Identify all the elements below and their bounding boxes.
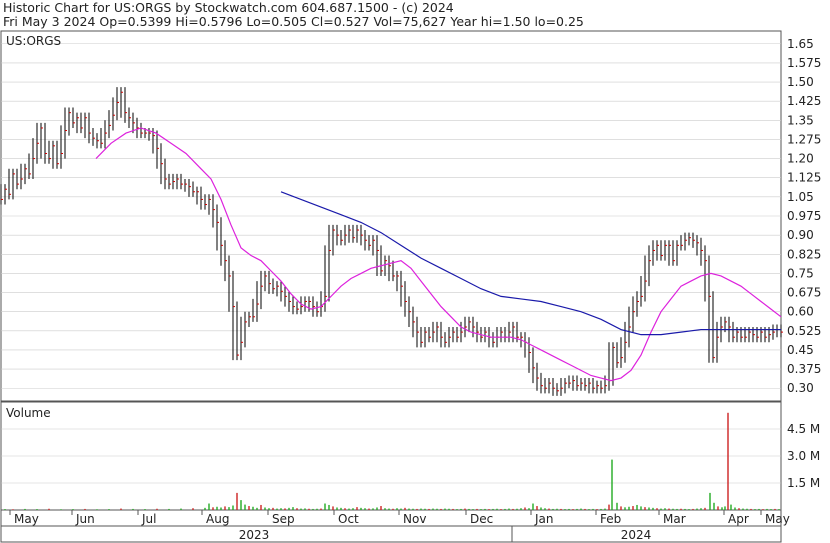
- month-tick-label: Oct: [338, 512, 359, 526]
- volume-tick-label: 1.5 M: [787, 476, 820, 490]
- price-tick-label: 0.30: [787, 381, 814, 395]
- year-tick-label: 2023: [239, 528, 270, 542]
- price-tick-label: 1.575: [787, 56, 821, 70]
- price-tick-label: 1.50: [787, 75, 814, 89]
- stock-chart: 1.65 1.575 1.50 1.425 1.35 1.275 1.20 1.125 1.05…: [0, 30, 821, 543]
- price-tick-label: 1.275: [787, 132, 821, 146]
- price-tick-label: 0.60: [787, 305, 814, 319]
- month-tick-label: Aug: [206, 512, 229, 526]
- price-axis-labels: 1.65 1.575 1.50 1.425 1.35 1.275 1.20 1.125 1.05…: [787, 37, 821, 395]
- month-tick-label: May: [765, 512, 790, 526]
- month-tick-label: Jan: [534, 512, 554, 526]
- price-tick-label: 1.35: [787, 113, 814, 127]
- month-tick-label: Nov: [403, 512, 426, 526]
- month-tick-label: Mar: [663, 512, 686, 526]
- volume-label: Volume: [6, 406, 51, 420]
- month-tick-label: Feb: [600, 512, 621, 526]
- volume-tick-label: 4.5 M: [787, 422, 820, 436]
- price-tick-label: 1.65: [787, 37, 814, 51]
- price-tick-label: 0.675: [787, 286, 821, 300]
- month-tick-label: May: [14, 512, 39, 526]
- year-axis: [0, 525, 782, 543]
- price-tick-label: 1.125: [787, 171, 821, 185]
- month-tick-label: Sep: [272, 512, 295, 526]
- price-tick-label: 0.525: [787, 324, 821, 338]
- symbol-label: US:ORGS: [6, 34, 61, 48]
- price-tick-label: 0.825: [787, 247, 821, 261]
- volume-axis-labels: 4.5 M 3.0 M 1.5 M: [787, 422, 820, 490]
- price-tick-label: 1.425: [787, 94, 821, 108]
- price-tick-label: 0.45: [787, 343, 814, 357]
- month-tick-label: Jul: [141, 512, 156, 526]
- month-tick-label: Dec: [470, 512, 493, 526]
- month-tick-label: Apr: [728, 512, 749, 526]
- volume-tick-label: 3.0 M: [787, 449, 820, 463]
- price-tick-label: 0.975: [787, 209, 821, 223]
- price-tick-label: 1.05: [787, 190, 814, 204]
- month-tick-label: Jun: [75, 512, 95, 526]
- price-tick-label: 0.90: [787, 228, 814, 242]
- price-tick-label: 1.20: [787, 152, 814, 166]
- price-tick-label: 0.375: [787, 362, 821, 376]
- year-tick-label: 2024: [621, 528, 652, 542]
- price-tick-label: 0.75: [787, 266, 814, 280]
